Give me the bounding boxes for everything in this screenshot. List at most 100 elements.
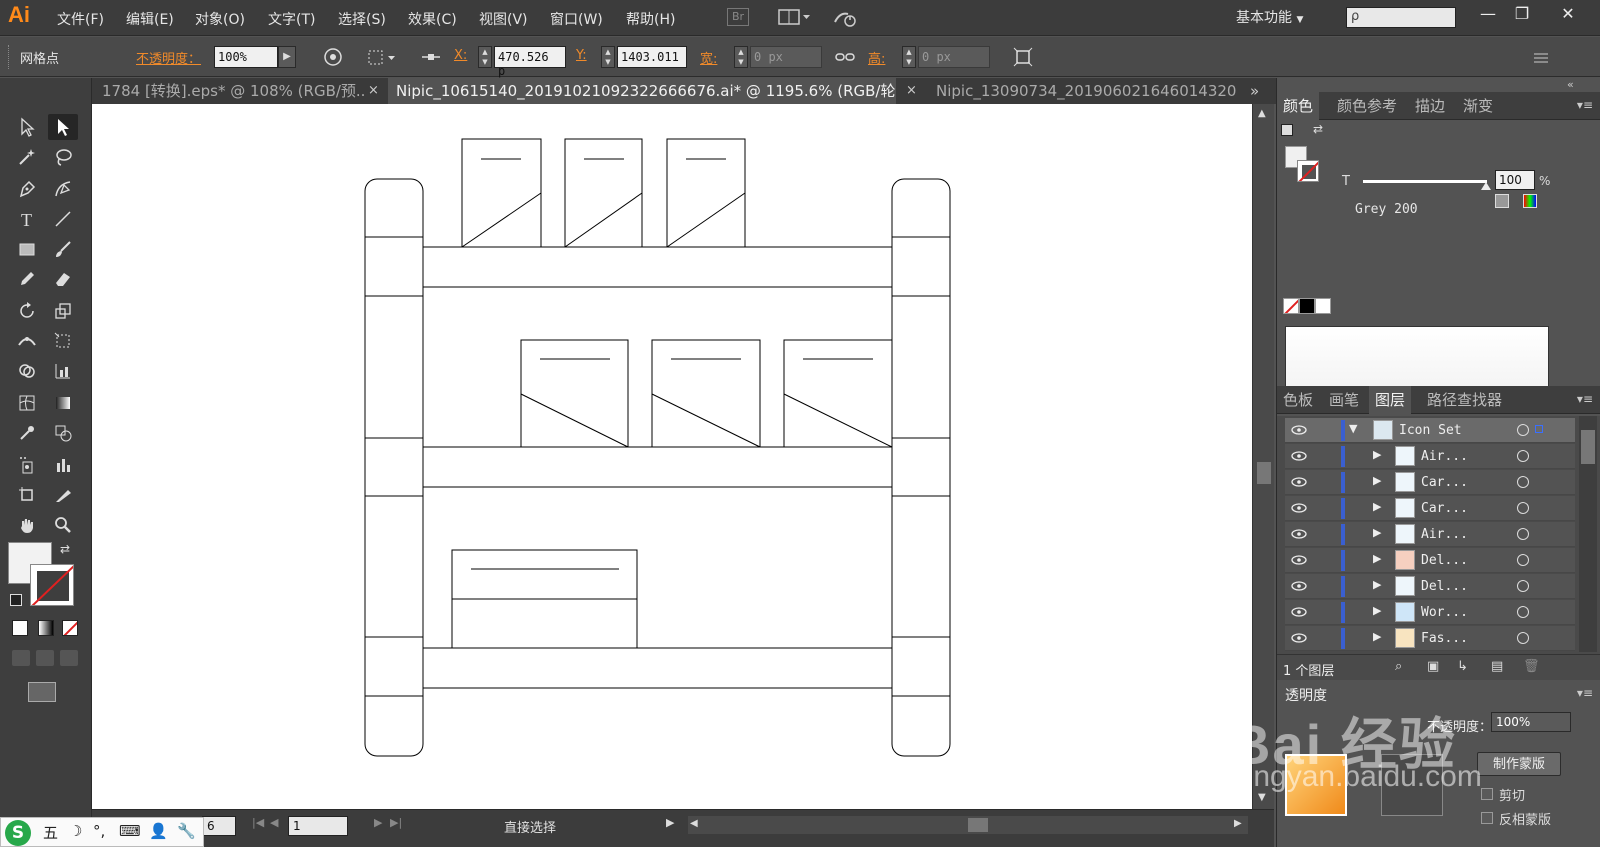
search-input[interactable]: ρ: [1346, 7, 1456, 28]
delete-layer-icon[interactable]: 🗑: [1523, 659, 1540, 674]
transparency-opacity-field[interactable]: 100%: [1491, 712, 1571, 732]
grip-handle[interactable]: [8, 45, 11, 69]
x-stepper[interactable]: ▲ ▼: [478, 46, 492, 68]
workspace-switcher[interactable]: 基本功能 ▼: [1236, 7, 1303, 27]
layer-row[interactable]: ▶ Del...: [1285, 574, 1575, 599]
layer-name[interactable]: Del...: [1421, 553, 1468, 568]
tab-document-2[interactable]: Nipic_10615140_20191021092322666676.ai* …: [388, 78, 896, 104]
target-circle-icon[interactable]: [1517, 554, 1529, 566]
width-stepper[interactable]: ▲ ▼: [734, 46, 748, 68]
vertical-scrollbar[interactable]: ▲ ▼: [1252, 104, 1274, 809]
stroke-swatch[interactable]: [30, 564, 74, 606]
artboard-number-field[interactable]: 1: [288, 816, 348, 836]
layer-row[interactable]: ▶ Car...: [1285, 470, 1575, 495]
constrain-link-icon[interactable]: [834, 46, 856, 68]
arrange-documents-icon[interactable]: [778, 8, 812, 26]
layer-name[interactable]: Fas...: [1421, 631, 1468, 646]
expand-triangle-icon[interactable]: ▶: [1373, 500, 1381, 513]
layer-row[interactable]: ▶ Air...: [1285, 444, 1575, 469]
ime-halfwidth-icon[interactable]: ☽: [69, 822, 82, 840]
tab-color[interactable]: 颜色: [1277, 92, 1320, 120]
type-tool-icon[interactable]: T: [12, 206, 42, 232]
height-stepper[interactable]: ▲ ▼: [902, 46, 916, 68]
width-tool-icon[interactable]: [12, 328, 42, 354]
menu-view[interactable]: 视图(V): [479, 9, 528, 29]
prev-artboard-icon[interactable]: ◀: [270, 816, 278, 829]
shape-builder-tool-icon[interactable]: [12, 358, 42, 384]
layer-row[interactable]: ▶ Air...: [1285, 522, 1575, 547]
target-circle-icon[interactable]: [1517, 580, 1529, 592]
expand-triangle-icon[interactable]: ▶: [1373, 552, 1381, 565]
color-mode-icon[interactable]: [12, 620, 28, 636]
expand-triangle-icon[interactable]: ▼: [1349, 422, 1357, 435]
draw-behind-icon[interactable]: [36, 650, 54, 666]
first-artboard-icon[interactable]: |◀: [252, 816, 264, 829]
symbol-sprayer-tool-icon[interactable]: [12, 452, 42, 478]
tint-slider[interactable]: [1363, 180, 1487, 183]
invert-mask-checkbox[interactable]: [1481, 812, 1493, 824]
expand-triangle-icon[interactable]: ▶: [1373, 630, 1381, 643]
expand-triangle-icon[interactable]: ▶: [1373, 448, 1381, 461]
layer-name[interactable]: Wor...: [1421, 605, 1468, 620]
none-swatch-icon[interactable]: [1283, 298, 1299, 314]
magic-wand-tool-icon[interactable]: [12, 144, 42, 170]
selection-tool-icon[interactable]: [12, 114, 42, 140]
layers-scrollbar[interactable]: [1579, 416, 1597, 652]
target-circle-icon[interactable]: [1517, 424, 1529, 436]
minimize-icon[interactable]: —: [1474, 4, 1502, 24]
x-field[interactable]: 470.526 p: [494, 46, 566, 78]
layer-name[interactable]: Icon Set: [1399, 423, 1462, 438]
tab-document-1[interactable]: 1784 [转换].eps* @ 108% (RGB/预...: [94, 78, 364, 104]
h-scroll-thumb[interactable]: [968, 818, 988, 832]
layers-panel-menu-icon[interactable]: ▾≡: [1577, 392, 1593, 406]
layer-row[interactable]: ▶ Wor...: [1285, 600, 1575, 625]
white-swatch-icon[interactable]: [1315, 298, 1331, 314]
visibility-eye-icon[interactable]: [1291, 553, 1307, 567]
color-panel-menu-icon[interactable]: ▾≡: [1577, 98, 1593, 112]
zoom-tool-icon[interactable]: [48, 512, 78, 538]
visibility-eye-icon[interactable]: [1291, 501, 1307, 515]
status-menu-icon[interactable]: ▶: [666, 816, 674, 829]
fill-stroke-mini-swap-icon[interactable]: ⇄: [1313, 122, 1323, 136]
blend-tool-icon[interactable]: [48, 420, 78, 446]
ime-tools-icon[interactable]: 🔧: [177, 822, 196, 840]
artboard[interactable]: [92, 104, 1252, 812]
target-circle-icon[interactable]: [1517, 632, 1529, 644]
layer-name[interactable]: Car...: [1421, 501, 1468, 516]
screen-mode-icon[interactable]: [28, 682, 56, 702]
menu-help[interactable]: 帮助(H): [626, 9, 675, 29]
tint-slider-thumb[interactable]: [1481, 182, 1491, 190]
expand-triangle-icon[interactable]: ▶: [1373, 526, 1381, 539]
ime-punctuation-icon[interactable]: °,: [93, 822, 105, 840]
height-field[interactable]: 0 px: [918, 46, 990, 68]
selection-square-icon[interactable]: [1535, 425, 1543, 433]
restore-icon[interactable]: ❐: [1508, 4, 1536, 24]
layer-row[interactable]: ▼ Icon Set: [1285, 418, 1575, 443]
menu-window[interactable]: 窗口(W): [550, 9, 603, 29]
scroll-thumb[interactable]: [1257, 462, 1271, 484]
next-artboard-icon[interactable]: ▶: [374, 816, 382, 829]
mask-thumbnail[interactable]: [1381, 754, 1443, 816]
layer-name[interactable]: Air...: [1421, 527, 1468, 542]
expand-triangle-icon[interactable]: ▶: [1373, 578, 1381, 591]
scroll-down-icon[interactable]: ▼: [1258, 792, 1266, 803]
perspective-grid-tool-icon[interactable]: [48, 358, 78, 384]
none-mode-icon[interactable]: [62, 620, 78, 636]
visibility-eye-icon[interactable]: [1291, 423, 1307, 437]
gradient-tool-icon[interactable]: [48, 390, 78, 416]
pen-tool-icon[interactable]: [12, 176, 42, 202]
make-clipping-mask-icon[interactable]: ▣: [1427, 659, 1439, 674]
scroll-left-icon[interactable]: ◀: [690, 818, 698, 829]
close-icon[interactable]: ✕: [1554, 4, 1582, 24]
menu-edit[interactable]: 编辑(E): [126, 9, 174, 29]
tab-swatches[interactable]: 色板: [1277, 386, 1319, 414]
tab-layers[interactable]: 图层: [1369, 386, 1412, 414]
new-layer-icon[interactable]: ▤: [1491, 659, 1503, 674]
tab-pathfinder[interactable]: 路径查找器: [1421, 386, 1508, 414]
curvature-tool-icon[interactable]: [48, 176, 78, 202]
scroll-right-icon[interactable]: ▶: [1234, 818, 1242, 829]
dock-collapse-icon[interactable]: «: [1567, 78, 1574, 91]
layer-row[interactable]: ▶ Car...: [1285, 496, 1575, 521]
column-graph-tool-icon[interactable]: [48, 452, 78, 478]
paintbrush-tool-icon[interactable]: [48, 236, 78, 262]
